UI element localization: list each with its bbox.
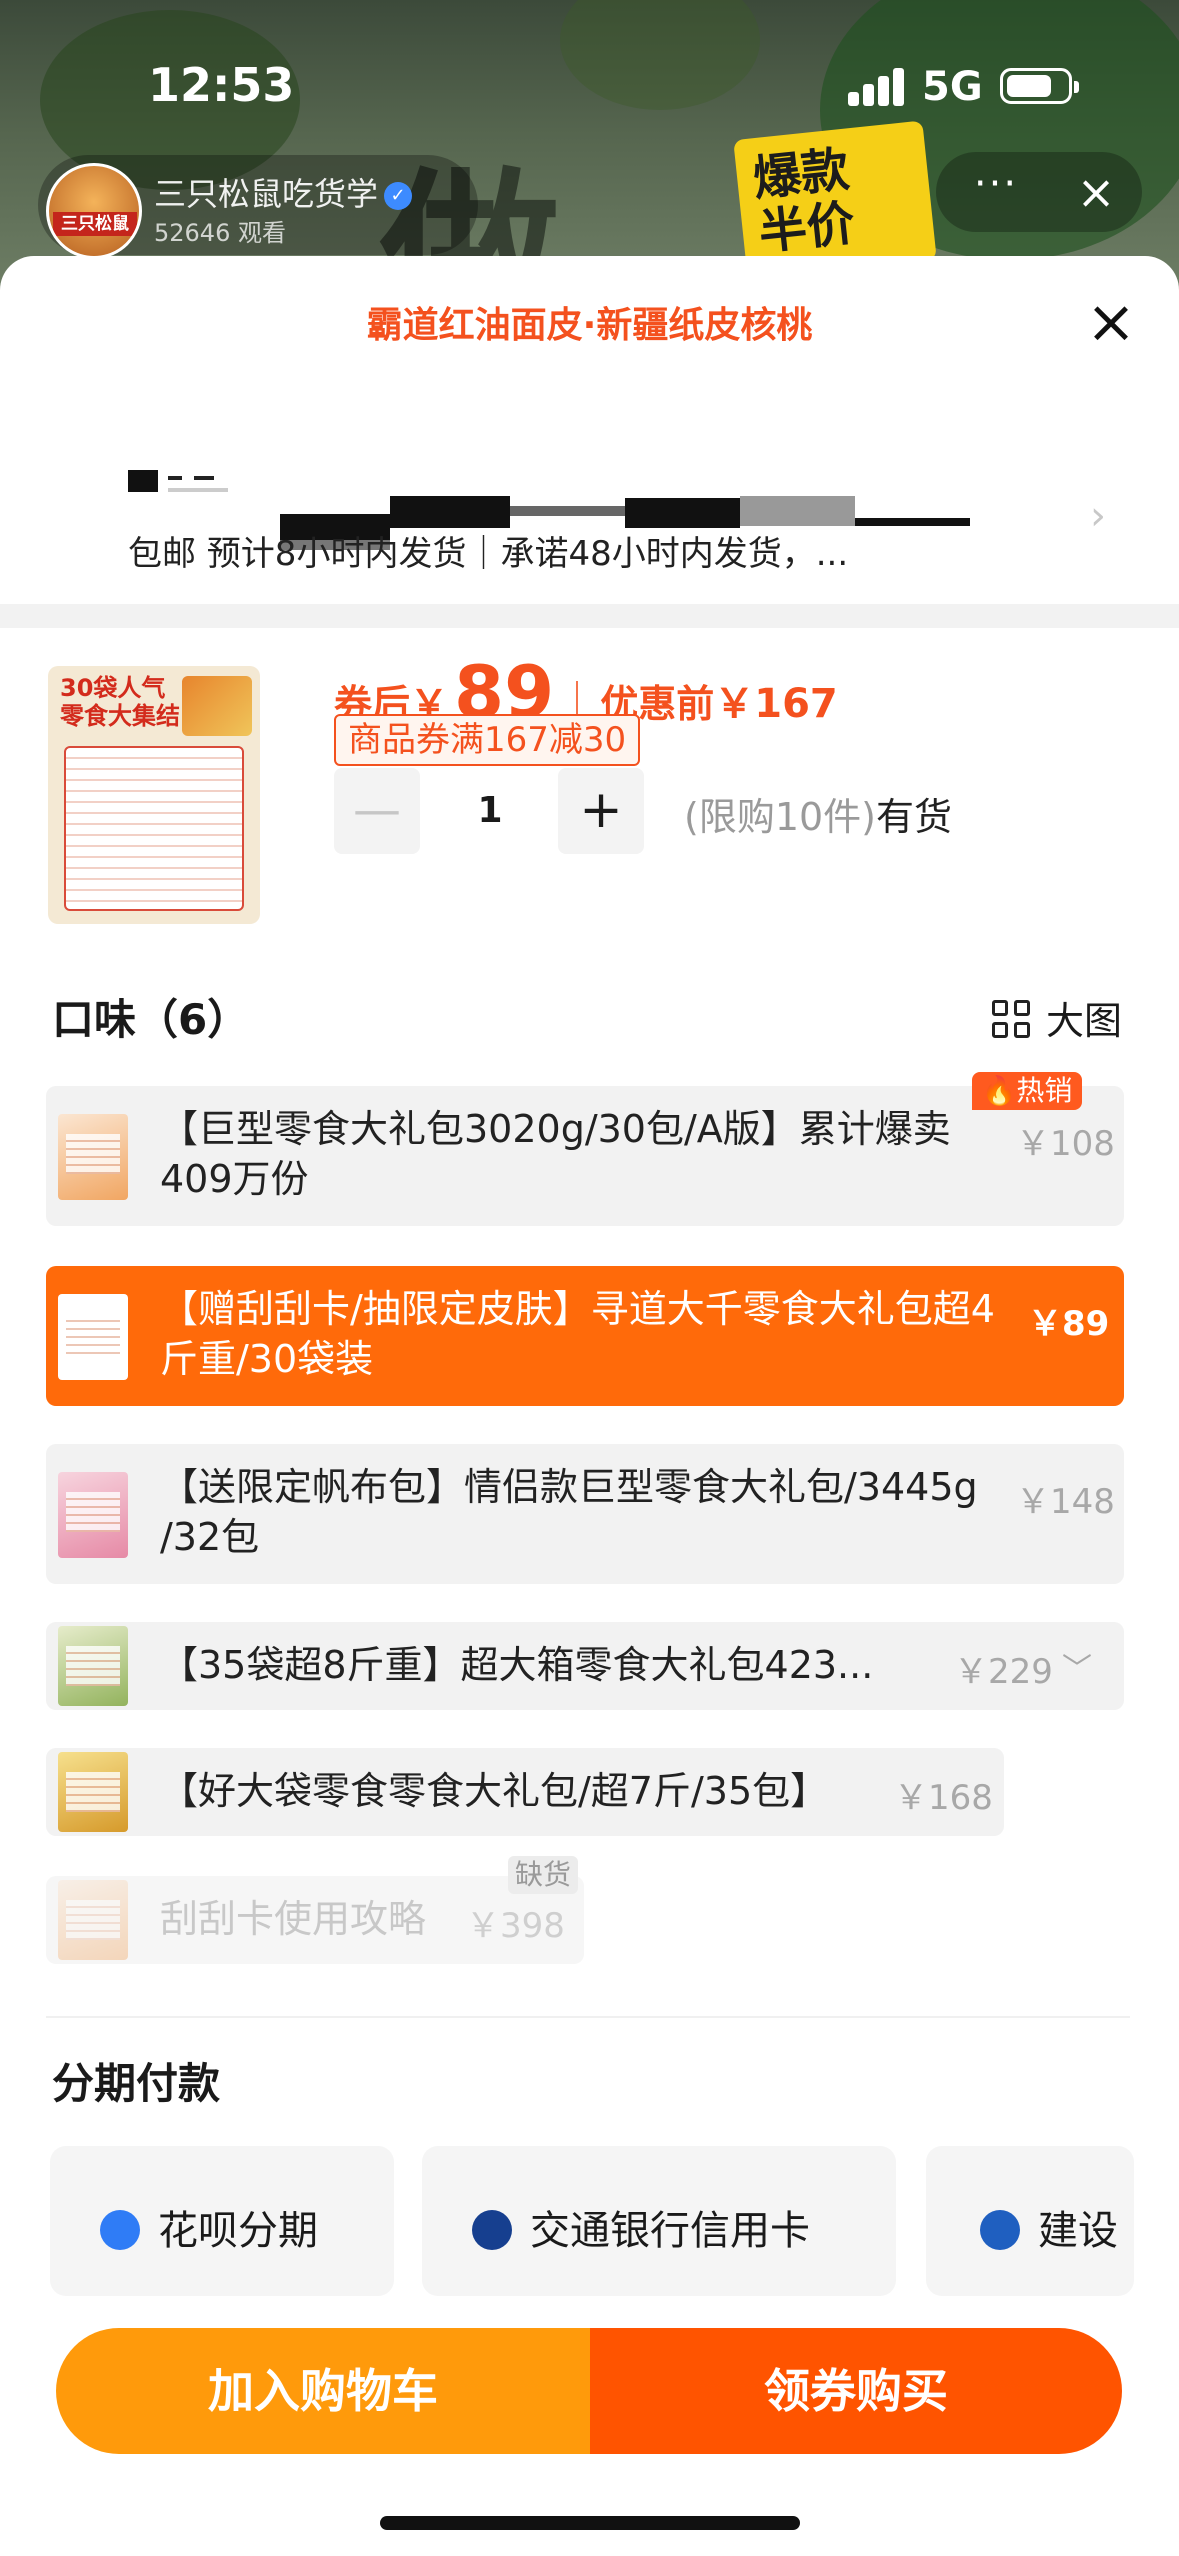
option-thumbnail — [58, 1114, 128, 1200]
thumb-caption: 30袋人气 零食大集结 — [60, 674, 180, 730]
big-view-label: 大图 — [1046, 999, 1123, 1043]
option-name: 【好大袋零食零食大礼包/超7斤/35包】 — [160, 1769, 829, 1813]
redacted-address — [855, 518, 970, 526]
installment-label: 交通银行信用卡 — [472, 2198, 810, 2256]
stock-status: 有货 — [876, 795, 953, 839]
thumb-list — [64, 746, 244, 911]
sold-out-badge: 缺货 — [508, 1856, 578, 1894]
flavor-option[interactable]: 【35袋超8斤重】超大箱零食大礼包423... ￥229 ﹀ — [46, 1622, 1124, 1710]
redacted-address — [510, 506, 625, 516]
option-thumbnail — [58, 1752, 128, 1832]
live-actions: ··· × — [936, 152, 1142, 232]
quantity-limit: (限购10件)有货 — [684, 786, 952, 841]
chevron-right-icon[interactable]: › — [1090, 496, 1120, 536]
grid-view-icon — [992, 1000, 1032, 1040]
buy-now-button[interactable]: 领券购买 — [590, 2328, 1122, 2454]
signal-icon — [848, 68, 906, 106]
close-sheet-icon[interactable]: × — [1076, 292, 1146, 362]
original-price: ￥167 — [714, 681, 838, 727]
installment-label: 建设 — [980, 2198, 1118, 2256]
limit-text: (限购10件) — [684, 795, 877, 839]
installment-text: 建设 — [1038, 2208, 1118, 2254]
more-icon[interactable]: ··· — [966, 164, 1026, 212]
shipping-info: 包邮 预计8小时内发货｜承诺48小时内发货，... — [128, 534, 849, 574]
option-thumbnail — [58, 1880, 128, 1960]
flavor-option-selected[interactable]: 【赠刮刮卡/抽限定皮肤】寻道大千零食大礼包超4斤重/30袋装 ￥89 — [46, 1266, 1124, 1406]
option-name: 【巨型零食大礼包3020g/30包/A版】累计爆卖409万份 — [160, 1107, 951, 1201]
quantity-decrease-button[interactable]: — — [334, 768, 420, 854]
redacted-address — [740, 496, 855, 526]
ccb-icon — [980, 2210, 1020, 2250]
option-price: ￥89 — [1028, 1304, 1110, 1344]
flavor-title: 口味（6） — [52, 995, 250, 1044]
option-thumbnail — [58, 1626, 128, 1706]
sheet-title: 霸道红油面皮·新疆纸皮核桃 — [366, 305, 813, 346]
hot-badge-text: 热销 — [1016, 1074, 1073, 1107]
battery-icon — [1000, 68, 1079, 104]
verified-icon: ✓ — [384, 182, 413, 210]
flavor-option[interactable]: 【巨型零食大礼包3020g/30包/A版】累计爆卖409万份 ￥108 — [46, 1086, 1124, 1226]
product-thumbnail[interactable]: 30袋人气 零食大集结 — [48, 666, 260, 924]
host-name: 三只松鼠吃货学 ✓ — [154, 169, 413, 215]
option-price: ￥168 — [894, 1778, 993, 1818]
installment-option[interactable]: 交通银行信用卡 — [422, 2146, 896, 2296]
option-price: ￥148 — [1016, 1482, 1115, 1522]
home-indicator — [380, 2516, 800, 2530]
status-bar: 12:53 5G — [0, 0, 1179, 130]
quantity-value[interactable]: 1 — [440, 768, 540, 854]
section-divider — [0, 604, 1179, 628]
avatar-tag: 三只松鼠 — [53, 212, 137, 236]
redacted-contact — [128, 466, 238, 496]
huabei-icon — [100, 2210, 140, 2250]
installment-title: 分期付款 — [52, 2059, 221, 2108]
close-icon[interactable]: × — [1066, 162, 1126, 222]
chevron-down-icon[interactable]: ﹀ — [1062, 1644, 1092, 1688]
viewer-count: 52646 观看 — [154, 219, 286, 247]
bocom-icon — [472, 2210, 512, 2250]
option-price: ￥108 — [1016, 1124, 1115, 1164]
clock: 12:53 — [148, 58, 295, 112]
installment-label: 花呗分期 — [100, 2198, 318, 2256]
option-price: ￥398 — [466, 1906, 565, 1946]
add-to-cart-button[interactable]: 加入购物车 — [56, 2328, 590, 2454]
big-view-toggle[interactable]: 大图 — [992, 990, 1123, 1043]
flavor-option-disabled[interactable]: 刮刮卡使用攻略 ￥398 — [46, 1876, 584, 1964]
option-thumbnail — [58, 1294, 128, 1380]
host-name-text: 三只松鼠吃货学 — [154, 175, 379, 213]
installment-option[interactable]: 建设 — [926, 2146, 1134, 2296]
sku-sheet: 霸道红油面皮·新疆纸皮核桃 × › 包邮 预计8小时内发货｜承诺48小时内发货，… — [0, 256, 1179, 2556]
host-info[interactable]: 三只松鼠 三只松鼠吃货学 ✓ 52646 观看 — [38, 155, 478, 259]
redacted-address — [625, 498, 740, 528]
flavor-option[interactable]: 【送限定帆布包】情侣款巨型零食大礼包/3445g /32包 ￥148 — [46, 1444, 1124, 1584]
thumb-image — [182, 676, 252, 736]
section-divider — [46, 2016, 1130, 2018]
flavor-option[interactable]: 【好大袋零食零食大礼包/超7斤/35包】 ￥168 — [46, 1748, 1004, 1836]
option-thumbnail — [58, 1472, 128, 1558]
installment-text: 花呗分期 — [158, 2208, 318, 2254]
installment-option[interactable]: 花呗分期 — [50, 2146, 394, 2296]
network-type: 5G — [922, 64, 983, 110]
redacted-address — [390, 496, 510, 528]
option-name: 【35袋超8斤重】超大箱零食大礼包423... — [160, 1643, 874, 1687]
option-name: 刮刮卡使用攻略 — [160, 1897, 427, 1941]
option-price: ￥229 — [954, 1652, 1053, 1692]
quantity-increase-button[interactable]: + — [558, 768, 644, 854]
installment-text: 交通银行信用卡 — [530, 2208, 810, 2254]
avatar[interactable]: 三只松鼠 — [46, 163, 142, 259]
option-name: 【赠刮刮卡/抽限定皮肤】寻道大千零食大礼包超4斤重/30袋装 — [160, 1287, 995, 1381]
option-name: 【送限定帆布包】情侣款巨型零食大礼包/3445g /32包 — [160, 1465, 978, 1559]
coupon-tag: 商品券满167减30 — [334, 714, 641, 766]
hot-badge: 🔥热销 — [972, 1072, 1082, 1110]
